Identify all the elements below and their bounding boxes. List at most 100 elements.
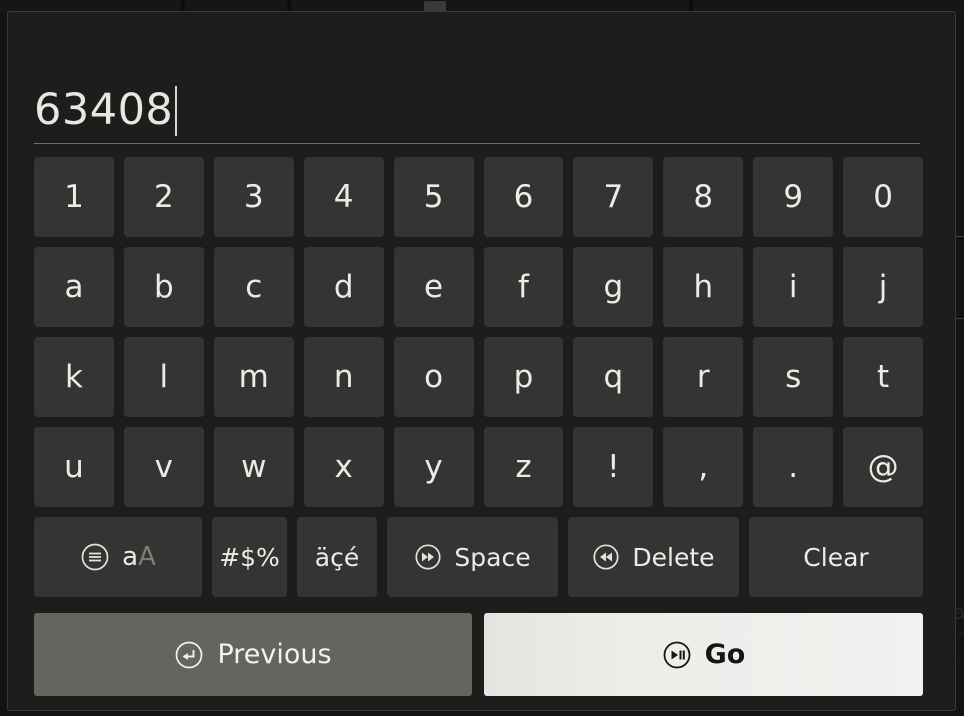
key-c[interactable]: c	[213, 247, 294, 327]
text-input-underline	[34, 143, 920, 144]
previous-button[interactable]: Previous	[34, 613, 472, 696]
key-f[interactable]: f	[483, 247, 564, 327]
key-label: !	[607, 448, 620, 485]
key-i[interactable]: i	[753, 247, 834, 327]
key-0[interactable]: 0	[843, 157, 924, 237]
key-l[interactable]: l	[123, 337, 204, 417]
key-o[interactable]: o	[393, 337, 474, 417]
key-a[interactable]: a	[34, 247, 114, 327]
key-period[interactable]: .	[753, 427, 834, 507]
key-5[interactable]: 5	[393, 157, 474, 237]
key-label: z	[515, 448, 532, 485]
key-accents[interactable]: äçé	[297, 517, 377, 597]
key-label: n	[333, 358, 354, 395]
key-j[interactable]: j	[843, 247, 924, 327]
key-8[interactable]: 8	[663, 157, 744, 237]
keyboard-panel: 63408 1 2 3 4 5 6 7 8 9 0 a b c d e f g …	[7, 11, 956, 711]
key-b[interactable]: b	[123, 247, 204, 327]
key-n[interactable]: n	[303, 337, 384, 417]
key-symbols[interactable]: #$%	[212, 517, 287, 597]
key-delete[interactable]: Delete	[568, 517, 739, 597]
key-grid: 1 2 3 4 5 6 7 8 9 0 a b c d e f g h i j …	[34, 157, 924, 609]
key-label: r	[696, 358, 710, 395]
key-label: i	[788, 268, 798, 305]
key-row-digits: 1 2 3 4 5 6 7 8 9 0	[34, 157, 924, 237]
key-q[interactable]: q	[573, 337, 654, 417]
key-space-label: Space	[454, 542, 531, 572]
key-label: h	[693, 268, 714, 305]
key-row-letters-2: k l m n o p q r s t	[34, 337, 924, 417]
key-symbols-label: #$%	[219, 542, 280, 572]
key-v[interactable]: v	[123, 427, 204, 507]
previous-button-label: Previous	[217, 639, 332, 670]
key-label: c	[245, 268, 263, 305]
key-6[interactable]: 6	[483, 157, 564, 237]
key-space[interactable]: Space	[387, 517, 558, 597]
key-at[interactable]: @	[843, 427, 924, 507]
key-d[interactable]: d	[303, 247, 384, 327]
key-m[interactable]: m	[213, 337, 294, 417]
key-clear[interactable]: Clear	[749, 517, 923, 597]
key-label: j	[878, 268, 888, 305]
function-key-row: aA #$% äçé Space Delete Clear	[34, 517, 923, 597]
key-exclamation[interactable]: !	[573, 427, 654, 507]
key-label: @	[867, 448, 899, 485]
key-label: f	[518, 268, 529, 305]
menu-circle-icon	[81, 543, 109, 571]
key-4[interactable]: 4	[303, 157, 384, 237]
key-label: 0	[873, 178, 893, 215]
go-button-label: Go	[704, 639, 746, 670]
key-label: 3	[243, 178, 264, 215]
key-label: p	[513, 358, 534, 395]
key-label: w	[241, 448, 267, 485]
key-label: d	[333, 268, 354, 305]
key-e[interactable]: e	[393, 247, 474, 327]
key-label: g	[603, 268, 624, 305]
key-case-toggle[interactable]: aA	[34, 517, 202, 597]
play-pause-circle-icon	[663, 641, 691, 668]
key-7[interactable]: 7	[573, 157, 654, 237]
key-row-letters-3: u v w x y z ! , . @	[34, 427, 924, 507]
key-g[interactable]: g	[573, 247, 654, 327]
key-3[interactable]: 3	[213, 157, 294, 237]
key-label: 8	[693, 178, 714, 215]
key-9[interactable]: 9	[753, 157, 834, 237]
key-label: m	[238, 358, 269, 395]
rewind-circle-icon	[593, 544, 619, 570]
key-label: 5	[423, 178, 444, 215]
backdrop-accent-line	[956, 318, 964, 319]
key-label: o	[424, 358, 444, 395]
key-label: s	[785, 358, 802, 395]
text-input-value: 63408	[34, 85, 174, 135]
key-r[interactable]: r	[663, 337, 744, 417]
key-label: y	[424, 448, 443, 485]
backdrop-accent-line	[956, 236, 964, 237]
key-label: k	[64, 358, 83, 395]
key-p[interactable]: p	[483, 337, 564, 417]
key-t[interactable]: t	[843, 337, 924, 417]
key-x[interactable]: x	[303, 427, 384, 507]
back-arrow-circle-icon	[176, 641, 203, 668]
go-button[interactable]: Go	[484, 613, 923, 696]
case-toggle-active-label: a	[122, 542, 139, 572]
key-y[interactable]: y	[393, 427, 474, 507]
key-accents-label: äçé	[314, 542, 360, 572]
key-label: 1	[64, 178, 84, 215]
key-1[interactable]: 1	[34, 157, 114, 237]
key-z[interactable]: z	[483, 427, 564, 507]
key-comma[interactable]: ,	[663, 427, 744, 507]
key-row-letters-1: a b c d e f g h i j	[34, 247, 924, 327]
key-label: b	[154, 268, 174, 305]
key-label: x	[334, 448, 353, 485]
key-w[interactable]: w	[213, 427, 294, 507]
key-label: t	[877, 358, 890, 395]
key-k[interactable]: k	[34, 337, 114, 417]
text-input-field[interactable]: 63408	[34, 72, 920, 144]
key-label: u	[64, 448, 84, 485]
key-2[interactable]: 2	[123, 157, 204, 237]
key-label: q	[603, 358, 624, 395]
key-s[interactable]: s	[753, 337, 834, 417]
key-u[interactable]: u	[34, 427, 114, 507]
key-label: 7	[603, 178, 624, 215]
key-h[interactable]: h	[663, 247, 744, 327]
